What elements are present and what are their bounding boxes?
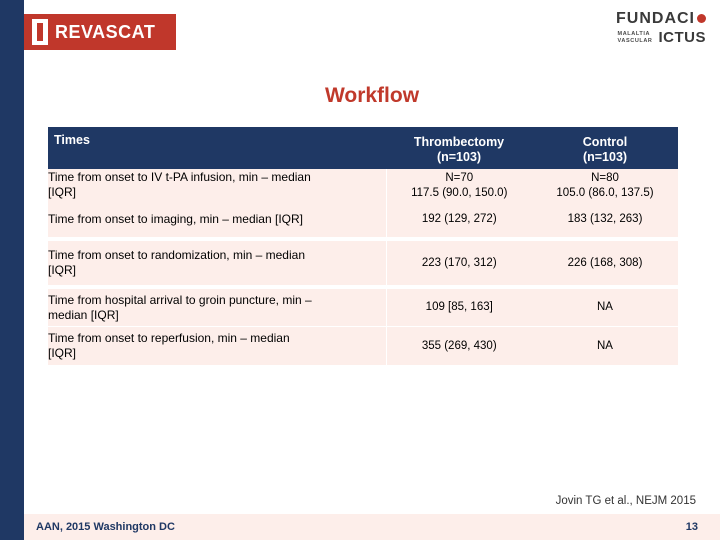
revascat-logo: REVASCAT bbox=[24, 14, 176, 50]
header-control: Control (n=103) bbox=[532, 127, 678, 169]
row-value-thrombectomy: 192 (129, 272) bbox=[386, 201, 532, 238]
row-label: Time from onset to imaging, min – median… bbox=[48, 201, 387, 238]
row-value-control: N=80 105.0 (86.0, 137.5) bbox=[532, 169, 678, 201]
header-times: Times bbox=[48, 127, 386, 169]
row-value-control: 183 (132, 263) bbox=[532, 201, 678, 238]
table-row: Time from onset to reperfusion, min – me… bbox=[48, 326, 678, 365]
table-header-row: Times Thrombectomy (n=103) Control (n=10… bbox=[48, 127, 678, 169]
citation: Jovin TG et al., NEJM 2015 bbox=[555, 495, 696, 507]
workflow-table: Times Thrombectomy (n=103) Control (n=10… bbox=[48, 127, 678, 365]
fundacio-dot-icon bbox=[697, 14, 706, 24]
row-value-control: 226 (168, 308) bbox=[532, 241, 678, 286]
table-row: Time from onset to randomization, min – … bbox=[48, 241, 678, 286]
row-value-control: NA bbox=[532, 326, 678, 365]
fundacio-word: FUNDACI bbox=[570, 10, 706, 27]
row-label: Time from hospital arrival to groin punc… bbox=[48, 289, 387, 327]
row-value-thrombectomy: N=70 117.5 (90.0, 150.0) bbox=[386, 169, 532, 201]
row-value-thrombectomy: 109 [85, 163] bbox=[386, 289, 532, 327]
left-accent-band bbox=[0, 0, 24, 540]
fundacio-ictus-logo: FUNDACI MALALTIA VASCULAR ICTUS bbox=[570, 10, 706, 46]
table-row: Time from hospital arrival to groin punc… bbox=[48, 289, 678, 327]
ictus-word: ICTUS bbox=[658, 29, 706, 46]
header-thrombectomy: Thrombectomy (n=103) bbox=[386, 127, 532, 169]
footer-event-label: AAN, 2015 Washington DC bbox=[36, 521, 175, 533]
row-value-thrombectomy: 355 (269, 430) bbox=[386, 326, 532, 365]
table-row: Time from onset to IV t-PA infusion, min… bbox=[48, 169, 678, 201]
row-value-thrombectomy: 223 (170, 312) bbox=[386, 241, 532, 286]
row-label: Time from onset to reperfusion, min – me… bbox=[48, 326, 387, 365]
slide-number: 13 bbox=[685, 521, 698, 533]
revascat-mark-icon bbox=[32, 19, 48, 45]
table-row: Time from onset to imaging, min – median… bbox=[48, 201, 678, 238]
revascat-logo-text: REVASCAT bbox=[55, 21, 156, 42]
row-value-control: NA bbox=[532, 289, 678, 327]
row-label: Time from onset to IV t-PA infusion, min… bbox=[48, 169, 387, 201]
row-label: Time from onset to randomization, min – … bbox=[48, 241, 387, 286]
page-title: Workflow bbox=[324, 84, 420, 107]
fundacio-subtitle: MALALTIA VASCULAR bbox=[617, 30, 653, 44]
